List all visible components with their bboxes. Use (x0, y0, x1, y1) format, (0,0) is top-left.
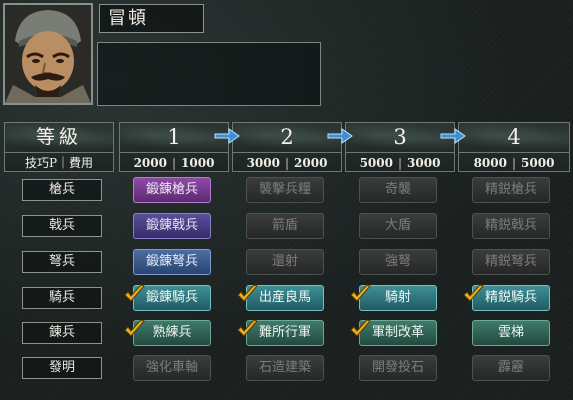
row-label: 槍兵 (22, 179, 102, 201)
tech-button[interactable]: 鍛錬騎兵 (124, 284, 211, 311)
tech-label: 開發投石 (371, 360, 424, 375)
tech-button[interactable]: 大盾 (359, 213, 437, 239)
tech-points: 2000 (133, 156, 167, 170)
gold-cost: 5000 (521, 156, 555, 170)
tech-button[interactable]: 石造建築 (246, 355, 324, 381)
tech-button[interactable]: 騎射 (350, 284, 437, 311)
tech-button[interactable]: 鍛錬戟兵 (133, 213, 211, 239)
row-label: 騎兵 (22, 287, 102, 309)
level-number: 3 (346, 123, 454, 151)
tech-button[interactable]: 強弩 (359, 249, 437, 275)
arrow-right-icon (214, 128, 240, 144)
tech-label: 精鋭槍兵 (484, 182, 537, 197)
tech-button[interactable]: 雲梯 (472, 320, 550, 346)
general-name: 冒頓 (99, 4, 204, 33)
row-label: 弩兵 (22, 251, 102, 273)
gold-cost: 2000 (294, 156, 328, 170)
tech-button[interactable]: 出産良馬 (237, 284, 324, 311)
checkmark-icon (124, 319, 145, 337)
gold-cost: 3000 (407, 156, 441, 170)
checkmark-icon (350, 319, 371, 337)
row-label: 錬兵 (22, 322, 102, 344)
tech-button[interactable]: 熟練兵 (124, 319, 211, 346)
tech-button[interactable]: 奇襲 (359, 177, 437, 203)
tech-button[interactable]: 箭盾 (246, 213, 324, 239)
tech-label: 大盾 (384, 218, 411, 233)
general-portrait (3, 3, 93, 105)
tech-button[interactable]: 難所行軍 (237, 319, 324, 346)
tech-label: 熟練兵 (152, 325, 192, 340)
tech-label: 難所行軍 (258, 325, 311, 340)
tech-button[interactable]: 鍛錬弩兵 (133, 249, 211, 275)
tech-label: 鍛錬騎兵 (145, 290, 198, 305)
level-number: 1 (120, 123, 228, 151)
portrait-image (5, 5, 91, 103)
tech-label: 鍛錬槍兵 (145, 182, 198, 197)
tech-points: 3000 (246, 156, 280, 170)
row-label: 戟兵 (22, 215, 102, 237)
tech-button[interactable]: 鍛錬槍兵 (133, 177, 211, 203)
points-cost-label: 技巧P｜費用 (5, 152, 113, 173)
checkmark-icon (237, 284, 258, 302)
info-panel (97, 42, 321, 106)
tech-label: 鍛錬戟兵 (145, 218, 198, 233)
tech-label: 軍制改革 (371, 325, 424, 340)
tech-button[interactable]: 精鋭槍兵 (472, 177, 550, 203)
tech-button[interactable]: 強化車軸 (133, 355, 211, 381)
tech-points: 5000 (359, 156, 393, 170)
level-number: 2 (233, 123, 341, 151)
level-requirements: 8000 | 5000 (459, 152, 569, 173)
checkmark-icon (124, 284, 145, 302)
tech-label: 石造建築 (258, 360, 311, 375)
tech-button[interactable]: 精鋭戟兵 (472, 213, 550, 239)
tech-button[interactable]: 軍制改革 (350, 319, 437, 346)
tech-label: 鍛錬弩兵 (145, 254, 198, 269)
level-header-4: 4 8000 | 5000 (458, 122, 570, 172)
checkmark-icon (350, 284, 371, 302)
level-number: 4 (459, 123, 569, 151)
tech-label: 精鋭騎兵 (484, 290, 537, 305)
tech-label: 奇襲 (384, 182, 411, 197)
tech-label: 襲擊兵糧 (258, 182, 311, 197)
level-header-1: 1 2000 | 1000 (119, 122, 229, 172)
tech-button[interactable]: 開發投石 (359, 355, 437, 381)
tech-label: 霹靂 (497, 360, 524, 375)
tech-points: 8000 (473, 156, 507, 170)
tech-label: 雲梯 (497, 325, 524, 340)
checkmark-icon (463, 284, 484, 302)
level-requirements: 3000 | 2000 (233, 152, 341, 173)
tech-label: 強弩 (384, 254, 411, 269)
tech-label: 騎射 (384, 290, 411, 305)
tech-label: 出産良馬 (258, 290, 311, 305)
tech-button[interactable]: 還射 (246, 249, 324, 275)
tech-label: 箭盾 (271, 218, 298, 233)
arrow-right-icon (327, 128, 353, 144)
tech-label: 精鋭戟兵 (484, 218, 537, 233)
tech-label: 精鋭弩兵 (484, 254, 537, 269)
tech-button[interactable]: 霹靂 (472, 355, 550, 381)
tech-button[interactable]: 精鋭弩兵 (472, 249, 550, 275)
level-title: 等級 (5, 123, 113, 151)
level-requirements: 5000 | 3000 (346, 152, 454, 173)
level-header-label: 等級 技巧P｜費用 (4, 122, 114, 172)
level-requirements: 2000 | 1000 (120, 152, 228, 173)
level-header-3: 3 5000 | 3000 (345, 122, 455, 172)
level-header-2: 2 3000 | 2000 (232, 122, 342, 172)
arrow-right-icon (440, 128, 466, 144)
tech-button[interactable]: 襲擊兵糧 (246, 177, 324, 203)
checkmark-icon (237, 319, 258, 337)
tech-label: 強化車軸 (145, 360, 198, 375)
row-label: 發明 (22, 357, 102, 379)
tech-button[interactable]: 精鋭騎兵 (463, 284, 550, 311)
gold-cost: 1000 (181, 156, 215, 170)
tech-label: 還射 (271, 254, 298, 269)
